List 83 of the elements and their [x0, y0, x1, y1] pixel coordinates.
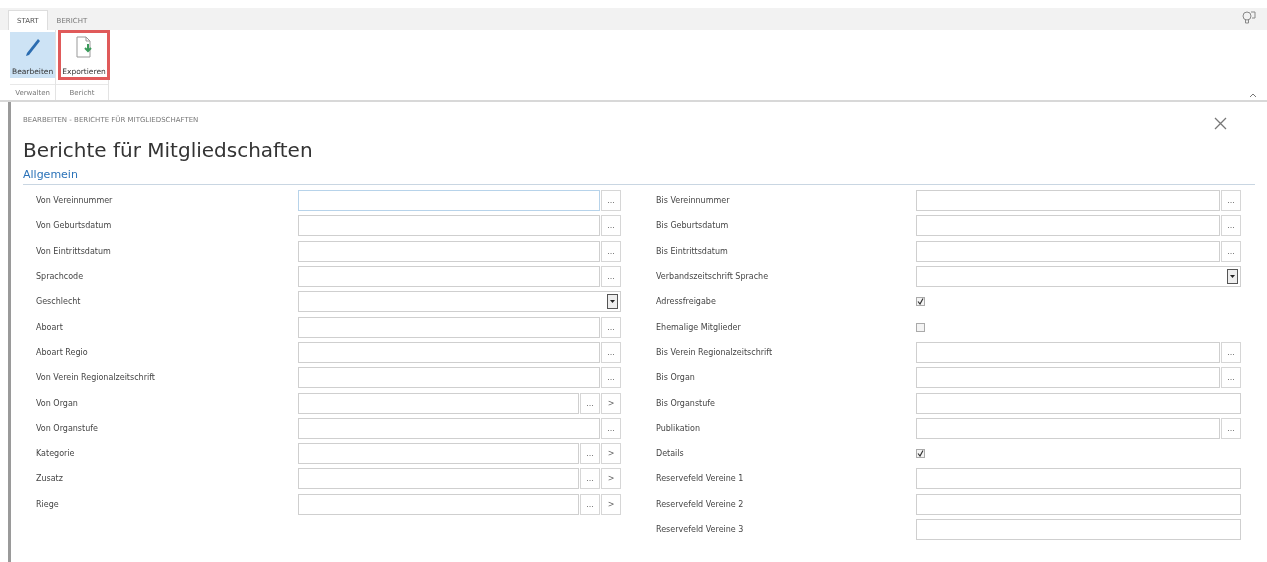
input-field[interactable] — [916, 468, 1241, 490]
lookup-button[interactable]: ... — [580, 493, 600, 515]
field-label: Von Verein Regionalzeitschrift — [36, 373, 156, 383]
lookup-button[interactable]: ... — [580, 392, 600, 414]
page-title: Berichte für Mitgliedschaften — [23, 138, 314, 162]
collapse-caret-icon[interactable] — [1249, 92, 1257, 98]
field-label: Kategorie — [36, 449, 76, 459]
lookup-button[interactable]: ... — [580, 443, 600, 465]
input-field[interactable] — [298, 240, 600, 262]
field-label: Ehemalige Mitglieder — [656, 322, 742, 332]
input-field[interactable] — [298, 417, 600, 439]
input-field[interactable] — [916, 240, 1220, 262]
checkbox[interactable] — [916, 297, 925, 307]
input-field[interactable] — [916, 367, 1220, 389]
field-label: Von Eintrittsdatum — [36, 246, 112, 256]
input-field[interactable] — [298, 215, 600, 237]
lookup-button[interactable]: ... — [601, 341, 621, 363]
lookup-button[interactable]: ... — [601, 367, 621, 389]
field-label: Von Organstufe — [36, 423, 99, 433]
lookup-button[interactable]: ... — [601, 240, 621, 262]
field-label: Aboart — [36, 322, 64, 332]
field-label: Reservefeld Vereine 2 — [656, 499, 745, 509]
checkbox[interactable] — [916, 449, 925, 459]
field-label: Sprachcode — [36, 272, 85, 282]
lookup-button[interactable]: ... — [601, 266, 621, 288]
field-label: Von Vereinnummer — [36, 196, 114, 206]
section-tab[interactable]: Allgemein — [23, 168, 1267, 184]
lookup-button[interactable]: ... — [1221, 240, 1241, 262]
lookup-button[interactable]: ... — [1221, 190, 1241, 212]
lookup-button[interactable]: > — [601, 392, 621, 414]
lookup-button[interactable]: ... — [601, 190, 621, 212]
lookup-button[interactable]: ... — [601, 417, 621, 439]
lookup-button[interactable]: ... — [1221, 367, 1241, 389]
input-field[interactable] — [916, 190, 1220, 212]
lookup-button[interactable]: ... — [1221, 215, 1241, 237]
lookup-button[interactable]: ... — [601, 316, 621, 338]
lookup-button[interactable]: ... — [580, 468, 600, 490]
dropdown-field[interactable] — [298, 291, 621, 313]
field-label: Zusatz — [36, 474, 64, 484]
field-label: Bis Verein Regionalzeitschrift — [656, 347, 774, 357]
field-label: Reservefeld Vereine 1 — [656, 474, 745, 484]
dropdown-field[interactable] — [916, 266, 1241, 288]
input-field[interactable] — [298, 266, 600, 288]
field-label: Bis Organ — [656, 373, 696, 383]
pencil-icon — [23, 36, 42, 56]
input-field[interactable] — [298, 190, 600, 212]
field-label: Bis Organstufe — [656, 398, 717, 408]
input-field[interactable] — [298, 316, 600, 338]
document-arrow-icon — [74, 36, 94, 58]
input-field[interactable] — [916, 417, 1220, 439]
field-label: Von Organ — [36, 398, 79, 408]
field-label: Adressfreigabe — [656, 297, 717, 307]
field-label: Riege — [36, 499, 60, 509]
field-label: Details — [656, 449, 685, 459]
input-field[interactable] — [298, 493, 579, 515]
input-field[interactable] — [916, 493, 1241, 515]
input-field[interactable] — [916, 341, 1220, 363]
input-field[interactable] — [916, 392, 1241, 414]
lookup-button[interactable]: ... — [1221, 417, 1241, 439]
lookup-button[interactable]: ... — [601, 215, 621, 237]
input-field[interactable] — [298, 367, 600, 389]
lookup-button[interactable]: > — [601, 443, 621, 465]
input-field[interactable] — [916, 215, 1220, 237]
checkbox[interactable] — [916, 322, 925, 332]
input-field[interactable] — [298, 468, 579, 490]
input-field[interactable] — [916, 519, 1241, 540]
field-label: Aboart Regio — [36, 347, 89, 357]
field-label: Geschlecht — [36, 297, 82, 307]
field-label: Bis Geburtsdatum — [656, 221, 730, 231]
field-label: Bis Vereinnummer — [656, 196, 731, 206]
field-label: Reservefeld Vereine 3 — [656, 525, 745, 534]
close-icon[interactable] — [1214, 117, 1227, 130]
field-label: Publikation — [656, 423, 701, 433]
field-label: Von Geburtsdatum — [36, 221, 113, 231]
lookup-button[interactable]: > — [601, 493, 621, 515]
input-field[interactable] — [298, 392, 579, 414]
input-field[interactable] — [298, 341, 600, 363]
lightbulb-icon[interactable] — [1241, 10, 1257, 26]
input-field[interactable] — [298, 443, 579, 465]
field-label: Verbandszeitschrift Sprache — [656, 272, 770, 282]
field-label: Bis Eintrittsdatum — [656, 246, 729, 256]
lookup-button[interactable]: > — [601, 468, 621, 490]
lookup-button[interactable]: ... — [1221, 341, 1241, 363]
